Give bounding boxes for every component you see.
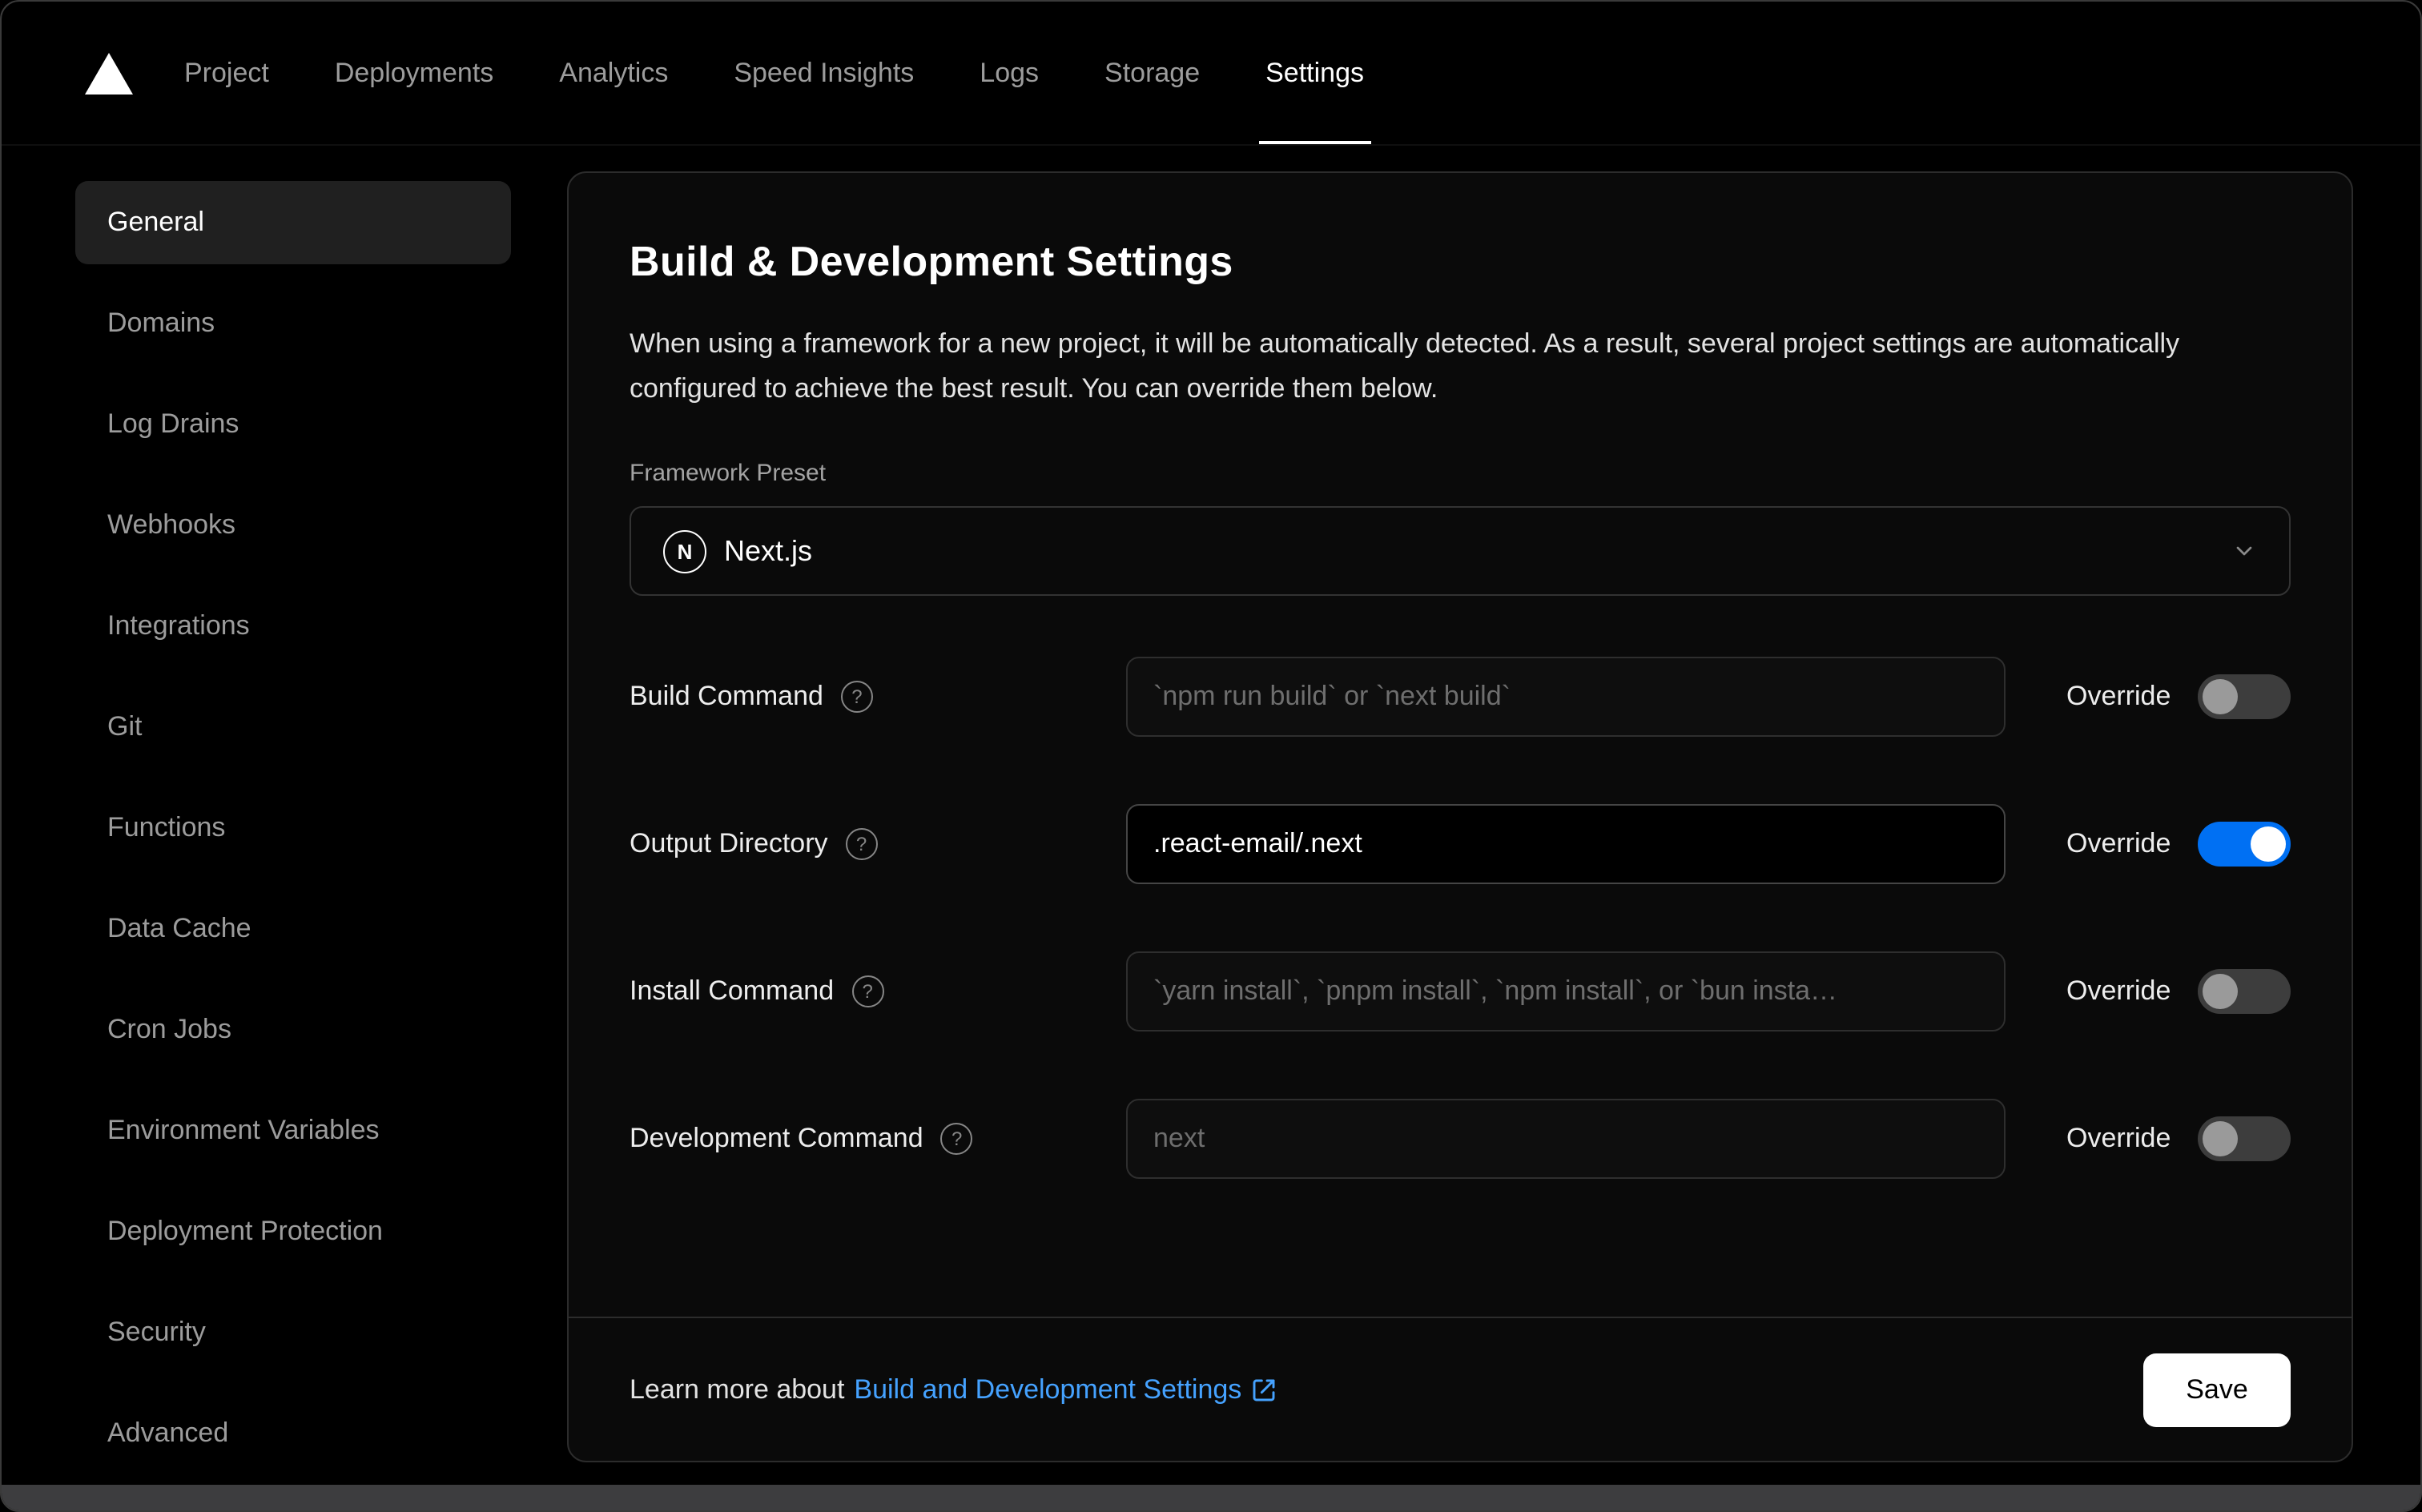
nav-tab-analytics[interactable]: Analytics [559, 2, 668, 144]
command-rows: Build Command ? Override Output Director… [630, 657, 2291, 1180]
save-button[interactable]: Save [2143, 1353, 2291, 1426]
external-link-icon [1251, 1377, 1277, 1402]
build-settings-card: Build & Development Settings When using … [567, 171, 2353, 1462]
nav-tab-deployments[interactable]: Deployments [335, 2, 493, 144]
help-icon[interactable]: ? [940, 1123, 973, 1156]
help-icon[interactable]: ? [851, 975, 884, 1008]
override-label: Override [2066, 975, 2171, 1007]
sidebar-item-cron-jobs[interactable]: Cron Jobs [75, 988, 511, 1072]
override-label: Override [2066, 828, 2171, 859]
sidebar-item-integrations[interactable]: Integrations [75, 585, 511, 668]
sidebar-item-environment-variables[interactable]: Environment Variables [75, 1089, 511, 1172]
install-command-row: Install Command ? Override [630, 951, 2291, 1032]
build-command-override-toggle[interactable] [2198, 674, 2291, 720]
toggle-knob [2251, 826, 2286, 863]
nav-tab-logs[interactable]: Logs [980, 2, 1039, 144]
sidebar-item-data-cache[interactable]: Data Cache [75, 887, 511, 971]
build-command-label: Build Command [630, 681, 823, 712]
vercel-logo-icon[interactable] [85, 52, 133, 94]
install-command-override-toggle[interactable] [2198, 969, 2291, 1015]
sidebar-item-general[interactable]: General [75, 181, 511, 264]
nextjs-logo-icon: N [663, 529, 706, 573]
output-directory-override-toggle[interactable] [2198, 822, 2291, 867]
build-command-row: Build Command ? Override [630, 657, 2291, 738]
help-icon[interactable]: ? [845, 828, 878, 861]
framework-preset-value: Next.js [724, 534, 813, 567]
sidebar-item-webhooks[interactable]: Webhooks [75, 484, 511, 567]
link-text: Build and Development Settings [854, 1373, 1242, 1404]
install-command-label: Install Command [630, 975, 835, 1007]
top-nav: Project Deployments Analytics Speed Insi… [2, 2, 2420, 146]
settings-description: When using a framework for a new project… [630, 328, 2180, 404]
toggle-knob [2203, 1121, 2238, 1157]
page-scaler: Project Deployments Analytics Speed Insi… [0, 0, 2422, 1512]
toggle-knob [2203, 974, 2238, 1010]
sidebar-item-git[interactable]: Git [75, 686, 511, 769]
learn-more-text: Learn more about Build and Development S… [630, 1373, 1277, 1405]
card-body: Build & Development Settings When using … [569, 173, 2352, 1317]
window-bottom-bar [2, 1485, 2420, 1510]
chevron-down-icon [2231, 538, 2257, 564]
development-command-label: Development Command [630, 1123, 923, 1154]
output-directory-label: Output Directory [630, 828, 828, 859]
sidebar-item-log-drains[interactable]: Log Drains [75, 383, 511, 466]
framework-preset-label: Framework Preset [630, 460, 827, 488]
page-title: Build & Development Settings [630, 237, 1233, 285]
nav-tab-settings[interactable]: Settings [1259, 2, 1371, 144]
output-directory-input[interactable] [1126, 804, 2006, 885]
sidebar-item-deployment-protection[interactable]: Deployment Protection [75, 1190, 511, 1273]
development-command-override-toggle[interactable] [2198, 1116, 2291, 1162]
settings-sidebar: General Domains Log Drains Webhooks Inte… [2, 146, 511, 1485]
output-directory-row: Output Directory ? Override [630, 804, 2291, 885]
nav-tab-speed-insights[interactable]: Speed Insights [734, 2, 914, 144]
build-settings-docs-link[interactable]: Build and Development Settings [854, 1373, 1277, 1405]
main-panel: Build & Development Settings When using … [511, 146, 2420, 1485]
help-icon[interactable]: ? [840, 681, 873, 714]
override-label: Override [2066, 1123, 2171, 1154]
sidebar-item-advanced[interactable]: Advanced [75, 1392, 511, 1475]
development-command-input[interactable] [1126, 1099, 2006, 1180]
framework-preset-select[interactable]: N Next.js [630, 506, 2291, 597]
development-command-row: Development Command ? Override [630, 1099, 2291, 1180]
nav-tab-project[interactable]: Project [184, 2, 269, 144]
app-window: Project Deployments Analytics Speed Insi… [0, 0, 2422, 1512]
sidebar-item-security[interactable]: Security [75, 1291, 511, 1374]
learn-more-prefix: Learn more about [630, 1373, 845, 1404]
install-command-input[interactable] [1126, 951, 2006, 1032]
content-area: General Domains Log Drains Webhooks Inte… [2, 146, 2420, 1485]
override-label: Override [2066, 681, 2171, 712]
build-command-input[interactable] [1126, 657, 2006, 738]
toggle-knob [2203, 679, 2238, 715]
nav-tab-storage[interactable]: Storage [1104, 2, 1200, 144]
sidebar-item-functions[interactable]: Functions [75, 786, 511, 870]
card-footer: Learn more about Build and Development S… [569, 1317, 2352, 1461]
sidebar-item-domains[interactable]: Domains [75, 282, 511, 365]
